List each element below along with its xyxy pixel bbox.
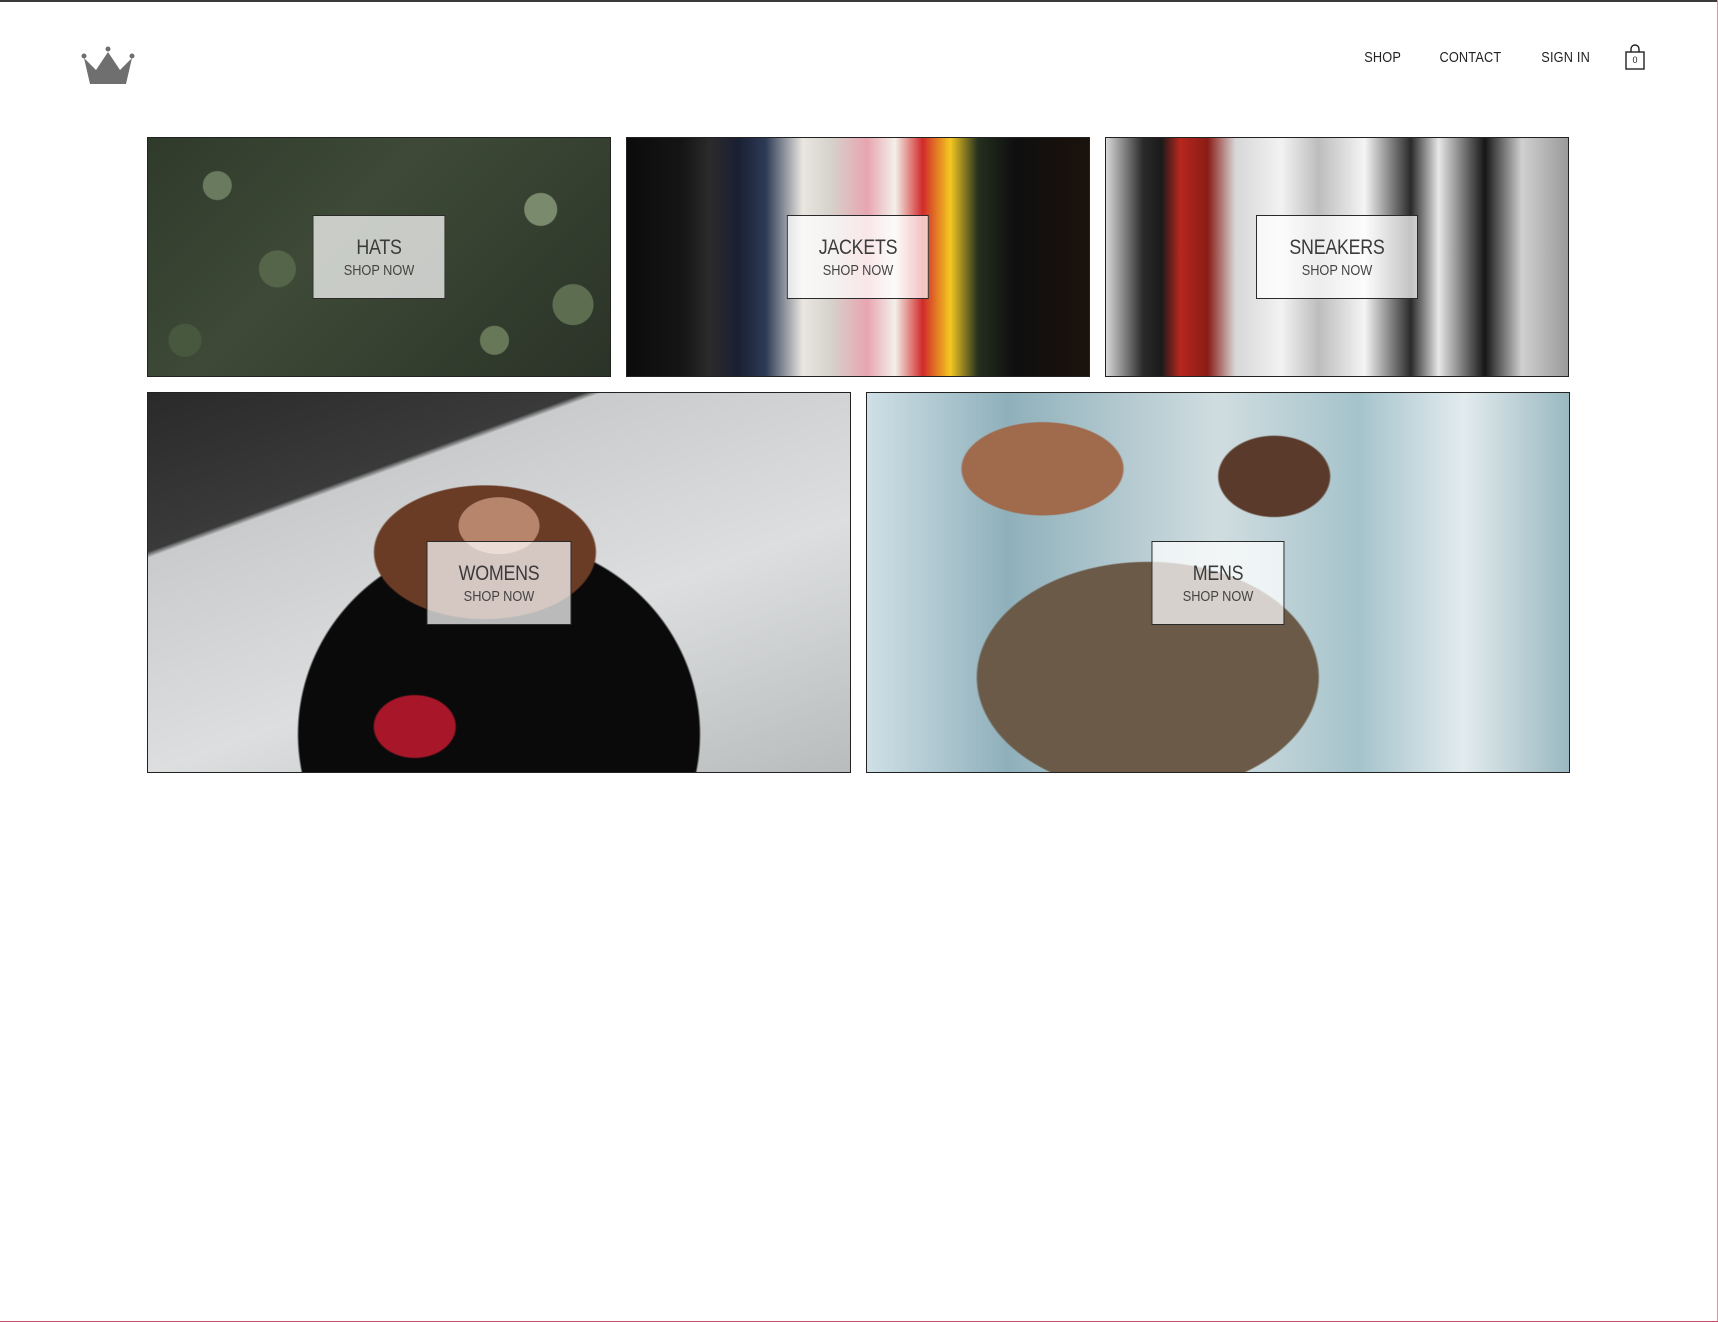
category-title: SNEAKERS: [1289, 236, 1385, 259]
shop-now-link[interactable]: SHOP NOW: [459, 588, 540, 606]
cart-button[interactable]: 0: [1624, 43, 1646, 71]
header: SHOP CONTACT SIGN IN 0: [0, 0, 1718, 120]
nav-bar: SHOP CONTACT SIGN IN 0: [1331, 44, 1646, 70]
category-tile-womens[interactable]: WOMENS SHOP NOW: [147, 392, 851, 773]
category-title: MENS: [1192, 561, 1244, 585]
shop-now-link[interactable]: SHOP NOW: [344, 262, 415, 280]
category-label[interactable]: SNEAKERS SHOP NOW: [1256, 215, 1418, 299]
crown-icon[interactable]: [80, 44, 136, 88]
category-tile-jackets[interactable]: JACKETS SHOP NOW: [626, 137, 1090, 377]
nav-sign-in[interactable]: SIGN IN: [1541, 49, 1590, 66]
category-title: HATS: [356, 236, 402, 259]
cart-count: 0: [1632, 55, 1638, 65]
shop-now-link[interactable]: SHOP NOW: [1289, 262, 1384, 280]
shop-now-link[interactable]: SHOP NOW: [1183, 588, 1254, 606]
category-title: JACKETS: [818, 236, 898, 259]
category-tile-hats[interactable]: HATS SHOP NOW: [147, 137, 611, 377]
shop-now-link[interactable]: SHOP NOW: [819, 262, 898, 280]
nav-shop[interactable]: SHOP: [1364, 49, 1401, 66]
category-label[interactable]: HATS SHOP NOW: [312, 215, 446, 299]
category-tile-sneakers[interactable]: SNEAKERS SHOP NOW: [1105, 137, 1569, 377]
nav-contact[interactable]: CONTACT: [1439, 49, 1501, 66]
category-label[interactable]: WOMENS SHOP NOW: [426, 540, 572, 625]
category-title: WOMENS: [458, 561, 540, 585]
category-label[interactable]: JACKETS SHOP NOW: [786, 215, 930, 299]
category-label[interactable]: MENS SHOP NOW: [1151, 540, 1285, 625]
category-tile-mens[interactable]: MENS SHOP NOW: [866, 392, 1570, 773]
